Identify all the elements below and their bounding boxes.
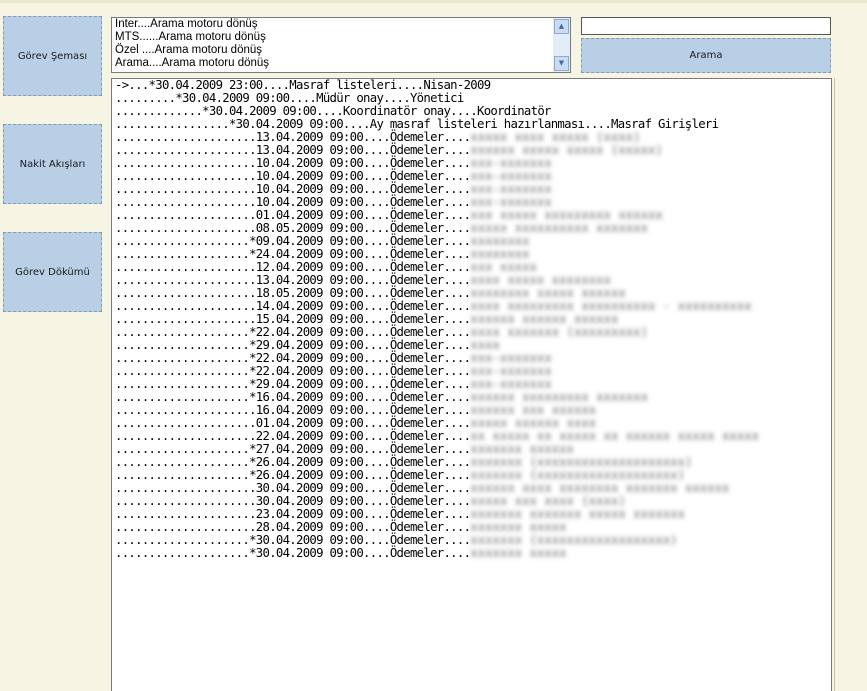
tree-row-indent: .................... [115, 247, 250, 261]
search-button[interactable]: Arama [581, 38, 831, 73]
tree-row-indent: .................... [115, 325, 250, 339]
tree-row-text: 13.04.2009 09:00....Ödemeler.... [255, 143, 471, 157]
tree-row-text: 14.04.2009 09:00....Ödemeler.... [255, 299, 471, 313]
tree-row-text: *30.04.2009 09:00....Ödemeler.... [249, 533, 471, 547]
tree-row-text: *30.04.2009 09:00....Müdür onay....Yönet… [175, 91, 464, 105]
listbox-item-mts[interactable]: MTS......Arama motoru dönüş [112, 31, 570, 44]
tree-row-indent: ..................... [115, 286, 256, 300]
tree-row-text: *09.04.2009 09:00....Ödemeler.... [249, 234, 471, 248]
tree-row-text: 18.05.2009 09:00....Ödemeler.... [255, 286, 471, 300]
search-button-label: Arama [689, 50, 723, 61]
gorev-dokumu-label: Görev Dökümü [15, 266, 90, 278]
listbox-item-arama[interactable]: Arama....Arama motoru dönüş [112, 57, 570, 70]
tree-row-text: *22.04.2009 09:00....Ödemeler.... [249, 351, 471, 365]
tree-row-text: *22.04.2009 09:00....Ödemeler.... [249, 364, 471, 378]
listbox-scrollbar[interactable]: ▲ ▼ [553, 18, 570, 72]
tree-row-indent: .................... [115, 338, 250, 352]
tree-row-indent: ......... [115, 91, 176, 105]
tree-row-text: 10.04.2009 09:00....Ödemeler.... [255, 156, 471, 170]
tree-row-indent: ..................... [115, 182, 256, 196]
tree-row-text: 22.04.2009 09:00....Ödemeler.... [255, 429, 471, 443]
tree-row-indent: ..................... [115, 130, 256, 144]
tree-row-text: 10.04.2009 09:00....Ödemeler.... [255, 169, 471, 183]
tree-row-text: *26.04.2009 09:00....Ödemeler.... [249, 468, 471, 482]
scroll-down-button[interactable]: ▼ [554, 56, 569, 71]
tree-row-indent: ..................... [115, 260, 256, 274]
tree-row-text: 23.04.2009 09:00....Ödemeler.... [255, 507, 471, 521]
tree-row-indent: .................... [115, 455, 250, 469]
tree-row-indent: .................... [115, 364, 250, 378]
tree-row-text: *27.04.2009 09:00....Ödemeler.... [249, 442, 471, 456]
tree-row-text: *24.04.2009 09:00....Ödemeler.... [249, 247, 471, 261]
tree-row-text: 15.04.2009 09:00....Ödemeler.... [255, 312, 471, 326]
tree-row-text: 01.04.2009 09:00....Ödemeler.... [255, 208, 471, 222]
tree-row-indent: ..................... [115, 312, 256, 326]
tree-row-text: *29.04.2009 09:00....Ödemeler.... [249, 338, 471, 352]
search-engine-listbox[interactable]: İnter....Arama motoru dönüş MTS......Ara… [111, 17, 571, 73]
gorev-semasi-label: Görev Şeması [17, 50, 88, 62]
tree-row-indent: ..................... [115, 481, 256, 495]
nakit-akislari-button[interactable]: Nakit Akışları [3, 124, 102, 204]
tree-row-text: *30.04.2009 23:00....Masraf listeleri...… [148, 78, 492, 92]
triangle-down-icon: ▼ [558, 59, 565, 67]
tree-row-indent: ..................... [115, 507, 256, 521]
tree-row-indent: ..................... [115, 299, 256, 313]
tree-row-indent: .................... [115, 377, 250, 391]
top-border [0, 0, 867, 3]
listbox-item-ozel[interactable]: Özel ....Arama motoru dönüş [112, 44, 570, 57]
tree-row-text: 13.04.2009 09:00....Ödemeler.... [255, 273, 471, 287]
tree-row-text: 10.04.2009 09:00....Ödemeler.... [255, 195, 471, 209]
tree-row-text: 01.04.2009 09:00....Ödemeler.... [255, 416, 471, 430]
tree-row-indent: ............. [115, 104, 203, 118]
tree-row-indent: .................... [115, 546, 250, 560]
nakit-akislari-label: Nakit Akışları [19, 158, 86, 170]
tree-row-text: 30.04.2009 09:00....Ödemeler.... [255, 494, 471, 508]
tree-row-indent: ..................... [115, 520, 256, 534]
right-divider [834, 78, 835, 691]
tree-row-text: 10.04.2009 09:00....Ödemeler.... [255, 182, 471, 196]
tree-row-indent: .................... [115, 442, 250, 456]
tree-row-text: *29.04.2009 09:00....Ödemeler.... [249, 377, 471, 391]
tree-row-indent: ..................... [115, 273, 256, 287]
tree-row-indent: ..................... [115, 169, 256, 183]
gorev-semasi-button[interactable]: Görev Şeması [3, 16, 102, 96]
tree-row-indent: ................. [115, 117, 230, 131]
tree-row[interactable]: ....................*30.04.2009 09:00...… [112, 547, 831, 560]
tree-row-text: 16.04.2009 09:00....Ödemeler.... [255, 403, 471, 417]
tree-row-indent: ..................... [115, 143, 256, 157]
tree-row-indent: .................... [115, 390, 250, 404]
listbox-item-inter[interactable]: İnter....Arama motoru dönüş [112, 18, 570, 31]
tree-row-redacted: xxxxxxx xxxxx [470, 546, 567, 560]
tree-row-indent: ..................... [115, 208, 256, 222]
tree-row-indent: ..................... [115, 403, 256, 417]
tree-row-text: *26.04.2009 09:00....Ödemeler.... [249, 455, 471, 469]
tree-row-text: *16.04.2009 09:00....Ödemeler.... [249, 390, 471, 404]
tree-row-indent: ->... [115, 78, 149, 92]
tree-row-text: 28.04.2009 09:00....Ödemeler.... [255, 520, 471, 534]
tree-row-indent: ..................... [115, 221, 256, 235]
tree-row-text: *22.04.2009 09:00....Ödemeler.... [249, 325, 471, 339]
tree-row-indent: ..................... [115, 429, 256, 443]
tree-row-text: *30.04.2009 09:00....Koordinatör onay...… [202, 104, 551, 118]
tree-row-text: *30.04.2009 09:00....Ödemeler.... [249, 546, 471, 560]
tree-row-indent: .................... [115, 533, 250, 547]
tree-row-indent: ..................... [115, 195, 256, 209]
tree-row-text: 08.05.2009 09:00....Ödemeler.... [255, 221, 471, 235]
tree-row-text: 13.04.2009 09:00....Ödemeler.... [255, 130, 471, 144]
tree-row-indent: ..................... [115, 494, 256, 508]
scroll-up-button[interactable]: ▲ [554, 19, 569, 34]
tree-row-indent: .................... [115, 468, 250, 482]
tree-row-indent: ..................... [115, 156, 256, 170]
gorev-dokumu-button[interactable]: Görev Dökümü [3, 232, 102, 312]
tree-row-text: 12.04.2009 09:00....Ödemeler.... [255, 260, 471, 274]
tree-row-indent: ..................... [115, 416, 256, 430]
tree-row-text: *30.04.2009 09:00....Ay masraf listeleri… [228, 117, 719, 131]
tree-row-indent: .................... [115, 234, 250, 248]
triangle-up-icon: ▲ [558, 22, 565, 30]
search-input[interactable] [581, 17, 831, 35]
tree-row-text: 30.04.2009 09:00....Ödemeler.... [255, 481, 471, 495]
task-tree-panel[interactable]: ->...*30.04.2009 23:00....Masraf listele… [111, 78, 832, 691]
tree-row-indent: .................... [115, 351, 250, 365]
